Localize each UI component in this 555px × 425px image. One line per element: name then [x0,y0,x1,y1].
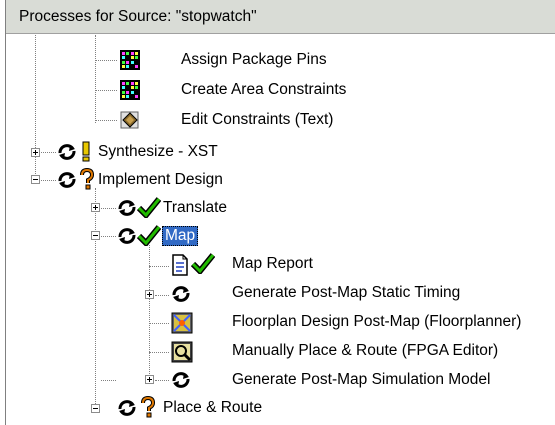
tree-line [101,236,116,237]
tree-line [95,188,96,408]
tree-line [95,90,117,91]
question-status-icon [140,395,156,423]
tree-item-place-route[interactable]: Place & Route [163,399,262,417]
refresh-icon [118,228,136,244]
check-status-icon [190,252,216,279]
run-process-icon[interactable] [170,283,192,310]
tree-item-floorplan[interactable]: Floorplan Design Post-Map (Floorplanner) [232,313,521,331]
run-process-icon[interactable] [170,369,192,396]
tree-item-synthesize[interactable]: Synthesize - XST [98,143,218,161]
floorplanner-icon[interactable] [170,311,194,340]
expand-toggle[interactable] [145,375,154,384]
tree-line [95,60,117,61]
edit-constraints-icon [120,111,139,129]
tree-item-label[interactable]: Assign Package Pins [181,51,327,69]
checkmark-icon [190,253,216,276]
tree-line [149,323,169,324]
floorplanner-tool-icon [171,312,193,334]
tree-item-map[interactable]: Map [162,226,199,246]
question-mark-icon [80,167,95,190]
tree-item-manual-place-route[interactable]: Manually Place & Route (FPGA Editor) [232,342,498,360]
question-status-icon [79,167,95,195]
tree-line [101,208,116,209]
tree-line [149,352,169,353]
run-process-icon[interactable] [116,197,138,224]
tree-item-edit-constraints[interactable] [118,108,142,137]
tree-item-create-area-constraints[interactable] [118,78,142,107]
processes-panel: Processes for Source: "stopwatch" Assign… [0,0,555,425]
expand-toggle[interactable] [91,203,100,212]
expand-toggle[interactable] [31,148,40,157]
fpga-editor-tool-icon [171,341,193,363]
tree-line [41,180,56,181]
run-process-icon[interactable] [116,397,138,424]
tree-item-static-timing[interactable]: Generate Post-Map Static Timing [232,284,460,302]
tree-item-translate[interactable]: Translate [163,199,227,217]
collapse-toggle[interactable] [31,175,40,184]
tree-line [155,380,169,381]
expand-toggle[interactable] [145,290,154,299]
exclamation-icon [82,141,90,162]
check-status-icon [136,196,162,223]
tree-line [155,295,169,296]
panel-header: Processes for Source: "stopwatch" [6,0,555,34]
checkmark-icon [136,197,162,220]
constraints-grid-icon [120,80,140,100]
constraints-grid-icon [120,50,140,70]
tree-item-label[interactable]: Create Area Constraints [181,81,346,99]
fpga-editor-icon[interactable] [170,340,194,369]
tree-item-assign-package-pins[interactable] [118,48,142,77]
tree-line [101,380,116,381]
tree-line [95,120,117,121]
panel-border [0,0,6,425]
run-process-icon[interactable] [56,141,78,168]
tree-item-map-report[interactable]: Map Report [232,255,313,273]
tree-item-label[interactable]: Edit Constraints (Text) [181,111,333,129]
document-icon [172,254,188,276]
refresh-icon [58,144,76,160]
refresh-icon [118,400,136,416]
refresh-icon [118,200,136,216]
run-process-icon[interactable] [116,225,138,252]
tree-line [149,266,169,267]
collapse-toggle[interactable] [91,404,100,413]
tree-line [41,152,56,153]
checkmark-icon [136,225,162,248]
tree-item-implement-design[interactable]: Implement Design [98,171,223,189]
run-process-icon[interactable] [56,169,78,196]
tree-line [35,35,36,182]
question-mark-icon [141,395,156,418]
refresh-icon [172,372,190,388]
refresh-icon [58,172,76,188]
panel-title: Processes for Source: "stopwatch" [19,8,257,25]
warning-status-icon [79,140,93,167]
report-document-icon[interactable] [170,253,190,282]
tree-item-simulation-model[interactable]: Generate Post-Map Simulation Model [232,371,490,389]
tree-line [95,35,96,123]
check-status-icon [136,224,162,251]
refresh-icon [172,286,190,302]
collapse-toggle[interactable] [91,231,100,240]
